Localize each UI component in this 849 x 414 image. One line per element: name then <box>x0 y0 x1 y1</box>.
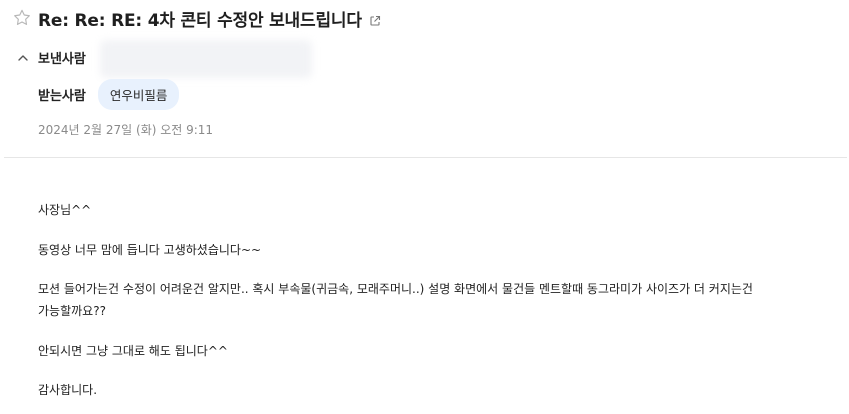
recipient-row: 받는사람 연우비필름 <box>38 78 180 110</box>
header-divider <box>4 157 847 158</box>
sender-row: 보낸사람 <box>16 40 312 78</box>
to-label: 받는사람 <box>38 88 86 104</box>
body-line: 가능할까요?? <box>38 304 106 318</box>
recipient-chip[interactable]: 연우비필름 <box>97 78 180 110</box>
subject-row: Re: Re: RE: 4차 콘티 수정안 보내드립니다 <box>12 6 381 31</box>
body-line: 모션 들어가는건 수정이 어려운건 알지만.. 혹시 부속물(귀금속, 모래주머… <box>38 282 753 296</box>
body-line: 사장님^^ <box>38 203 92 217</box>
email-subject: Re: Re: RE: 4차 콘티 수정안 보내드립니다 <box>38 10 362 31</box>
star-icon[interactable] <box>12 8 32 28</box>
sent-date: 2024년 2월 27일 (화) 오전 9:11 <box>38 123 214 137</box>
email-view: Re: Re: RE: 4차 콘티 수정안 보내드립니다 보낸사람 받는사람 연… <box>0 0 849 414</box>
chevron-up-icon[interactable] <box>16 50 30 64</box>
sender-redacted <box>100 40 312 78</box>
body-line: 동영상 너무 맘에 듭니다 고생하셨습니다~~ <box>38 243 262 257</box>
body-line: 감사합니다. <box>38 383 98 397</box>
body-line: 안되시면 그냥 그대로 해도 됩니다^^ <box>38 344 228 358</box>
from-label: 보낸사람 <box>38 51 86 67</box>
external-link-icon[interactable] <box>369 12 381 26</box>
